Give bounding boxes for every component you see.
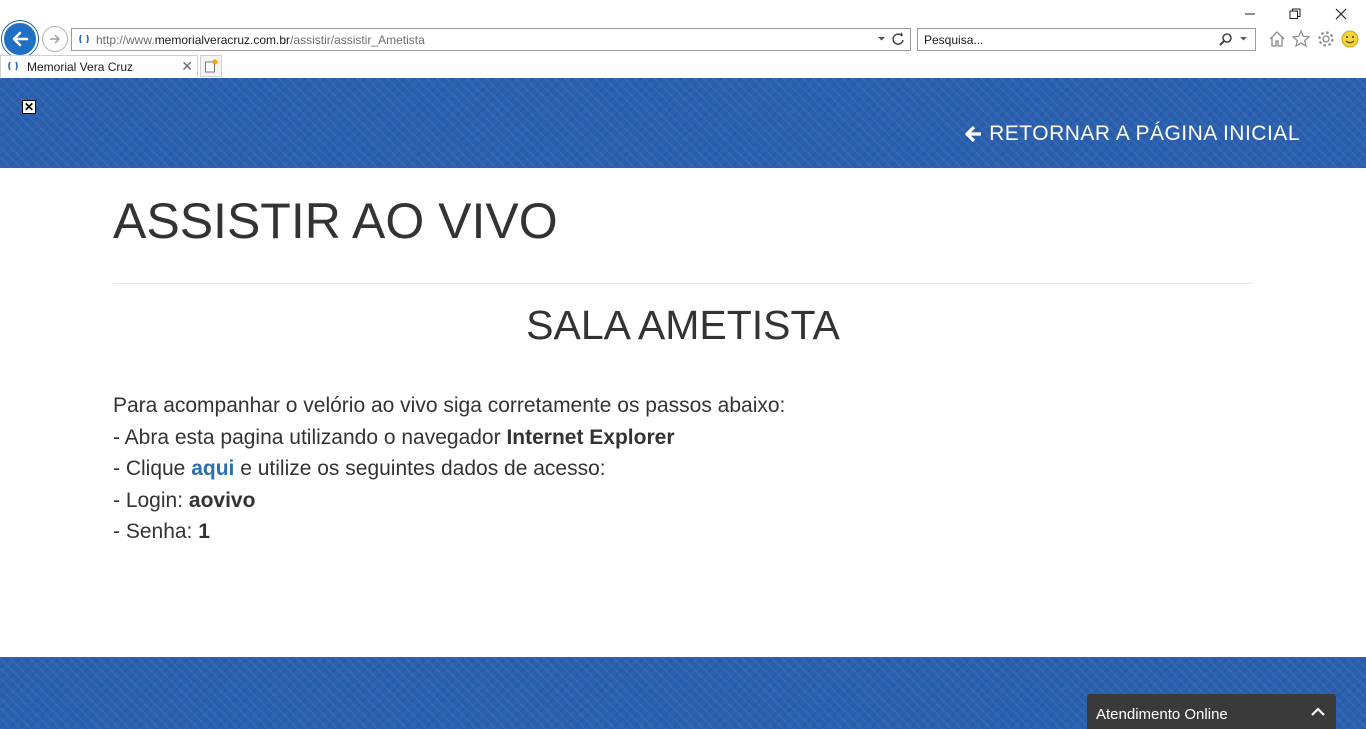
close-icon: [1335, 8, 1347, 20]
close-window-button[interactable]: [1318, 4, 1364, 24]
search-icon[interactable]: [1218, 32, 1233, 47]
back-arrow-icon: [12, 31, 29, 47]
favorites-star-icon[interactable]: [1291, 29, 1311, 49]
arrow-left-icon: [965, 125, 982, 143]
online-support-label: Atendimento Online: [1096, 706, 1228, 723]
tab-favicon-icon: [8, 61, 18, 71]
step-click: - Clique aqui e utilize os seguintes dad…: [113, 453, 785, 485]
minimize-button[interactable]: [1227, 4, 1273, 24]
url-prefix: http://www.: [96, 33, 155, 47]
login-value: aovivo: [188, 488, 256, 512]
restore-icon: [1289, 8, 1301, 19]
senha-value: 1: [198, 520, 210, 543]
senha-label: - Senha:: [113, 520, 199, 543]
forward-arrow-icon: [50, 34, 60, 44]
address-url: http://www.memorialveracruz.com.br/assis…: [96, 33, 425, 47]
title-divider: [113, 283, 1253, 284]
search-box[interactable]: [917, 28, 1256, 51]
address-bar[interactable]: http://www.memorialveracruz.com.br/assis…: [71, 28, 911, 51]
chevron-up-icon[interactable]: [1310, 704, 1326, 720]
instructions-intro: Para acompanhar o velório ao vivo siga c…: [113, 394, 786, 417]
step-browser: - Abra esta pagina utilizando o navegado…: [113, 422, 785, 454]
smiley-feedback-icon[interactable]: [1340, 29, 1360, 49]
tab-title: Memorial Vera Cruz: [27, 60, 134, 74]
search-dropdown-icon[interactable]: [1239, 34, 1248, 43]
url-path: /assistir/assistir_Ametista: [290, 33, 425, 47]
step-login: - Login: aovivo: [113, 485, 785, 517]
address-dropdown-icon[interactable]: [877, 34, 886, 43]
online-support-widget[interactable]: Atendimento Online: [1087, 694, 1336, 729]
site-favicon-icon: [79, 34, 89, 44]
instructions: Para acompanhar o velório ao vivo siga c…: [113, 390, 785, 548]
step-senha: - Senha: 1: [113, 516, 785, 548]
forward-button[interactable]: [42, 26, 68, 52]
search-input[interactable]: [924, 32, 1204, 48]
restore-button[interactable]: [1272, 4, 1318, 24]
new-tab-icon: [205, 59, 218, 73]
step-browser-text: - Abra esta pagina utilizando o navegado…: [113, 425, 507, 449]
minimize-icon: [1245, 13, 1255, 15]
return-home-label: RETORNAR A PÁGINA INICIAL: [989, 122, 1300, 145]
step-click-prefix: - Clique: [113, 457, 192, 480]
login-label: - Login:: [113, 488, 189, 512]
refresh-icon[interactable]: [890, 31, 906, 47]
gear-icon[interactable]: [1316, 29, 1336, 49]
back-button[interactable]: [2, 21, 38, 57]
step-click-suffix: e utilize os seguintes dados de acesso:: [234, 457, 606, 480]
page-title: ASSISTIR AO VIVO: [113, 193, 558, 249]
close-overlay-button[interactable]: ✕: [22, 100, 36, 114]
return-home-link[interactable]: RETORNAR A PÁGINA INICIAL: [965, 122, 1300, 146]
room-title: SALA AMETISTA: [526, 302, 840, 348]
browser-chrome: http://www.memorialveracruz.com.br/assis…: [0, 0, 1366, 78]
new-tab-button[interactable]: [200, 55, 222, 77]
tab-close-icon[interactable]: ✕: [181, 59, 193, 73]
aqui-link[interactable]: aqui: [191, 457, 234, 480]
browser-tab[interactable]: Memorial Vera Cruz ✕: [0, 55, 198, 77]
home-icon[interactable]: [1267, 29, 1287, 49]
url-domain: memorialveracruz.com.br: [154, 33, 291, 47]
browser-name: Internet Explorer: [506, 425, 675, 449]
